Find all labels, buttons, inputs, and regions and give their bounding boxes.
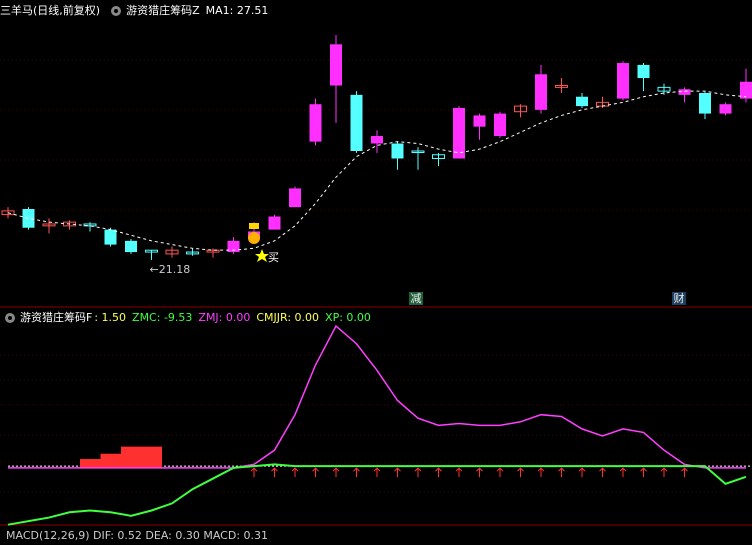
chip-bar (100, 453, 121, 468)
candle-body (22, 209, 35, 228)
event-badge-reduce[interactable]: 减 (409, 292, 423, 305)
chart-canvas[interactable]: ←21.18 买 (0, 0, 752, 537)
chip-bar (141, 446, 162, 468)
candle-body (699, 92, 711, 114)
candle-body (268, 216, 281, 230)
candle-body (678, 89, 691, 95)
ma-line (7, 90, 747, 251)
buy-label: 买 (268, 251, 279, 264)
candle-body (371, 136, 383, 144)
candle-body (719, 104, 732, 114)
candle-body (494, 113, 506, 137)
money-bag-icon (248, 232, 260, 244)
candle-body (535, 74, 547, 110)
candle-body (473, 115, 486, 127)
candle-body (309, 104, 322, 142)
candle-body (289, 188, 301, 208)
candle-body (391, 143, 404, 159)
candle-body (453, 107, 465, 159)
event-badge-finance[interactable]: 财 (672, 292, 686, 305)
candle-body (740, 81, 752, 99)
candle-body (617, 63, 629, 99)
candle-body (576, 96, 588, 107)
candle-body (350, 94, 363, 151)
low-price-label: ←21.18 (150, 263, 191, 276)
buy-star-icon (255, 249, 269, 262)
chip-bar (80, 459, 101, 468)
money-bag-icon (249, 223, 259, 229)
zmj-line (8, 324, 746, 469)
candle-body (637, 64, 650, 79)
candle-body (125, 240, 137, 253)
candle-body (104, 229, 117, 245)
chip-bar (121, 446, 142, 468)
candle-body (330, 44, 342, 86)
